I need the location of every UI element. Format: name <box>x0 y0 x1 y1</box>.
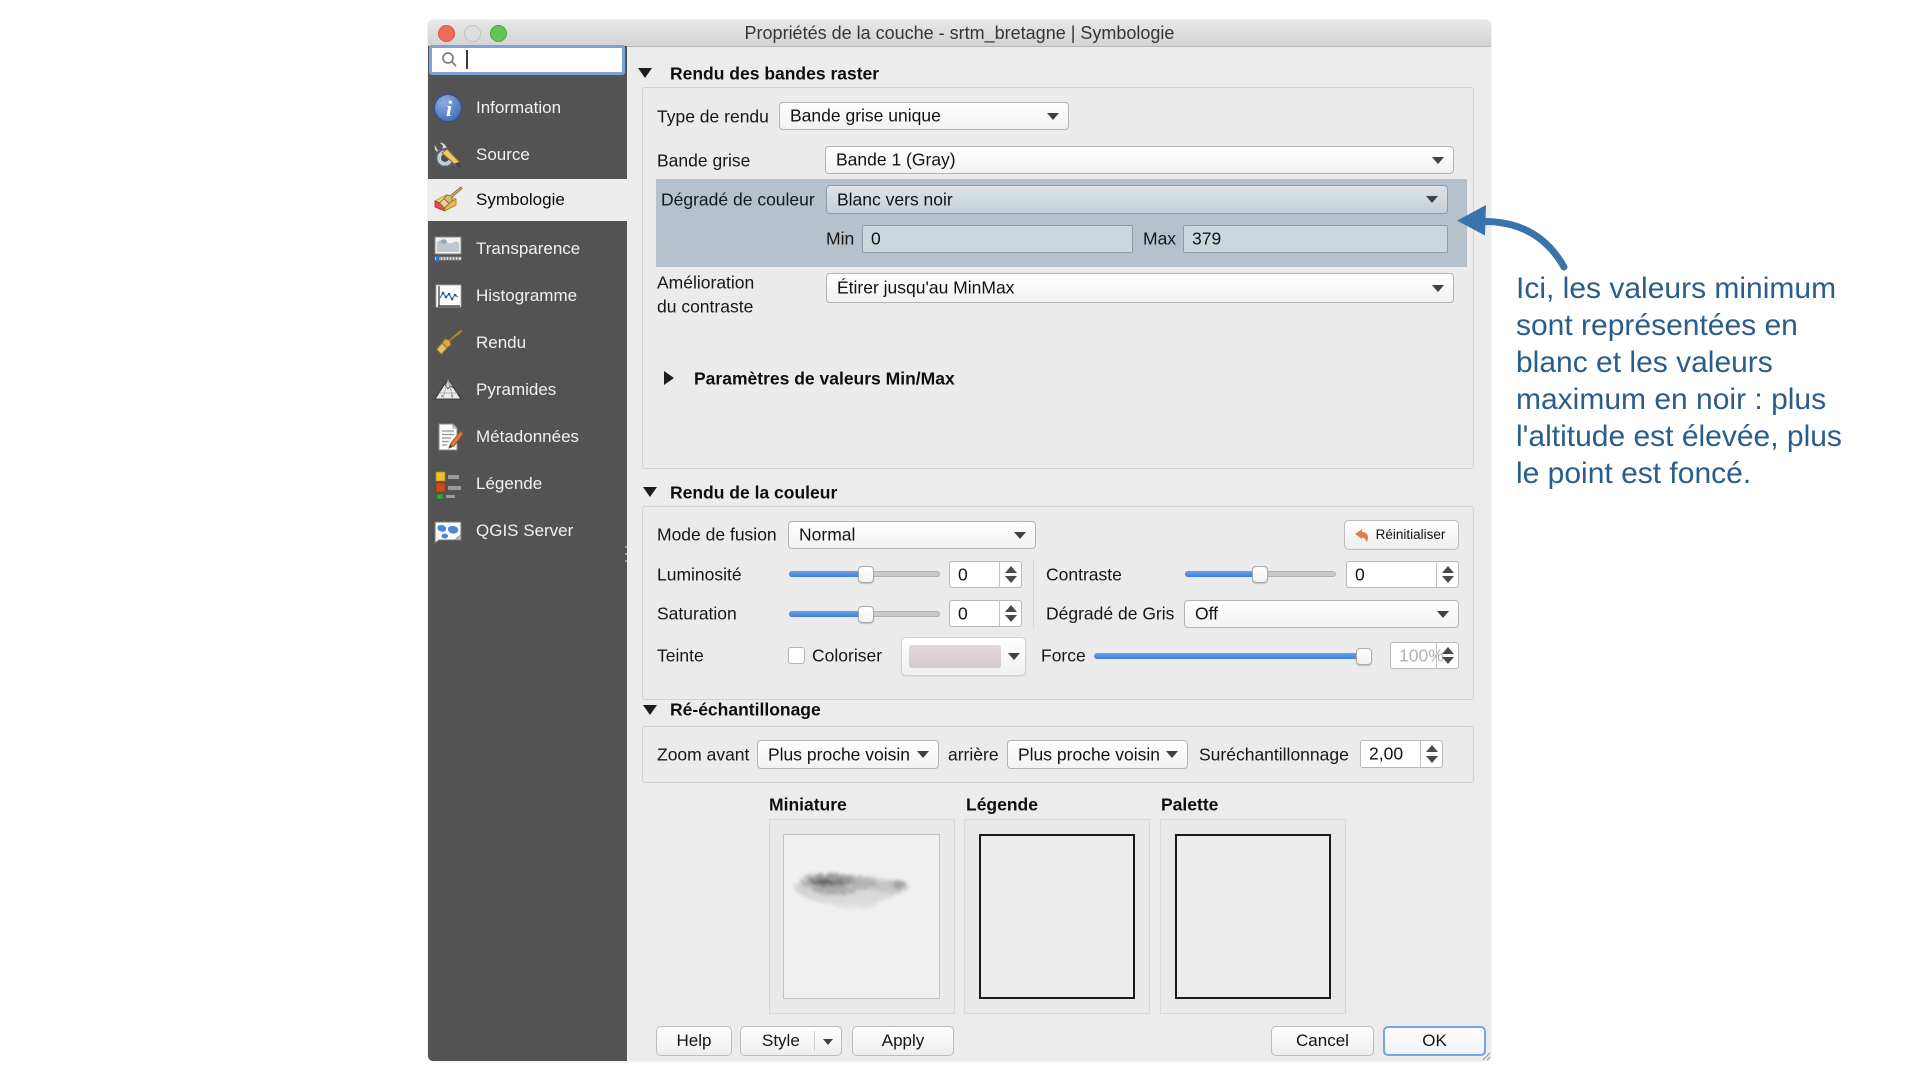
svg-text:i: i <box>446 96 453 121</box>
